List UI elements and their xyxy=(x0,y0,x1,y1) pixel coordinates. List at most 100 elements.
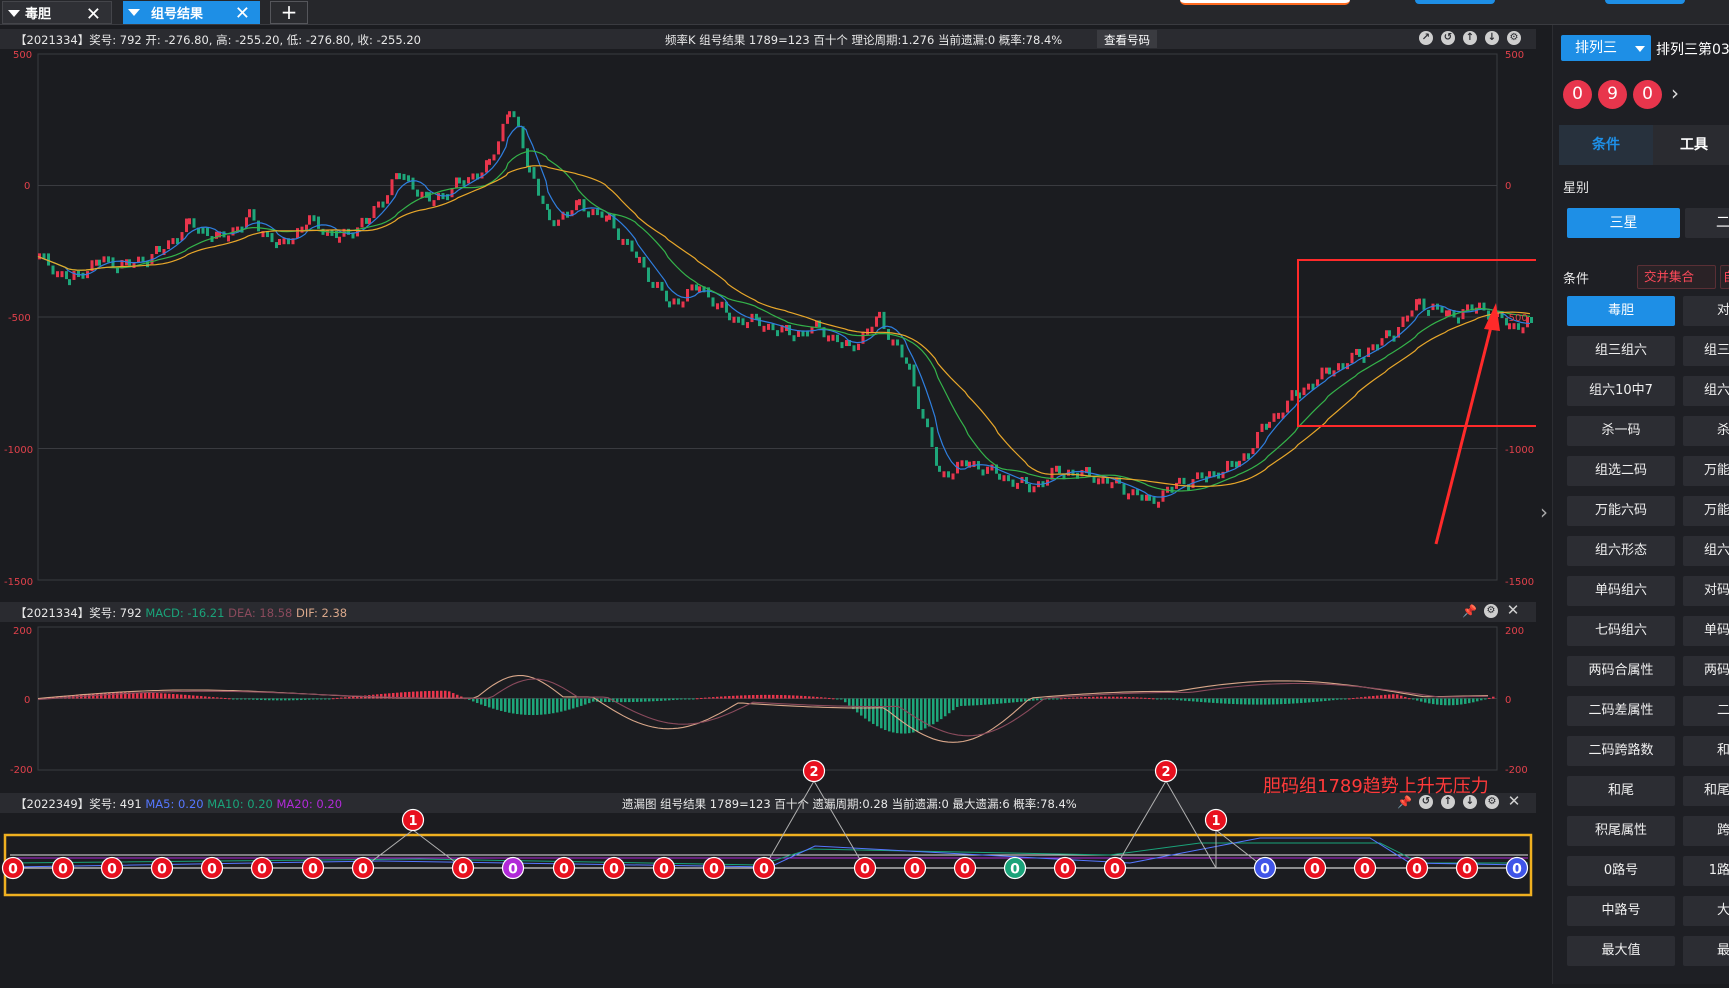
candle-down xyxy=(411,177,415,190)
draw-ball: 9 xyxy=(1598,80,1627,109)
pin-icon[interactable]: 📌 xyxy=(1462,604,1477,618)
compass-icon[interactable]: ↗ xyxy=(1419,31,1433,45)
collapse-sidebar-icon[interactable]: › xyxy=(1536,500,1552,540)
condition-button[interactable]: 积尾属性 xyxy=(1567,816,1675,846)
condition-button[interactable]: 对码 xyxy=(1683,576,1729,606)
tab-label: 毒胆 xyxy=(25,7,52,22)
tab-dudan[interactable]: 毒胆 ✕ xyxy=(2,1,112,25)
y-tick-right: 200 xyxy=(1505,626,1525,637)
macd-bar xyxy=(1424,698,1427,703)
pin-icon[interactable]: 📌 xyxy=(1397,795,1412,809)
lottery-select[interactable]: 排列三 xyxy=(1561,35,1651,61)
condition-button[interactable]: 二 xyxy=(1683,696,1729,726)
macd-bar xyxy=(572,698,575,709)
reset-icon[interactable]: ↺ xyxy=(1441,31,1455,45)
condition-button[interactable]: 跨 xyxy=(1683,816,1729,846)
condition-button[interactable]: 万能六码 xyxy=(1567,496,1675,526)
check-numbers-button[interactable]: 查看号码 xyxy=(1097,30,1157,48)
condition-button[interactable]: 单码组六 xyxy=(1567,576,1675,606)
condition-button[interactable]: 最大值 xyxy=(1567,936,1675,966)
macd-bar xyxy=(244,698,247,700)
top-button[interactable] xyxy=(1605,0,1685,4)
condition-button[interactable]: 七码组六 xyxy=(1567,616,1675,646)
star-three-button[interactable]: 三星 xyxy=(1567,208,1680,238)
gear-icon[interactable]: ⚙ xyxy=(1507,31,1521,45)
macd-bar xyxy=(732,695,735,699)
condition-button[interactable]: 万能 xyxy=(1683,456,1729,486)
condition-button[interactable]: 组六10中7 xyxy=(1567,376,1675,406)
macd-bar xyxy=(1428,698,1431,704)
close-icon[interactable]: ✕ xyxy=(235,3,250,24)
candle-down xyxy=(416,189,419,197)
macd-bar xyxy=(1048,698,1051,700)
condition-button[interactable]: 组三组六 xyxy=(1567,336,1675,366)
condition-button[interactable]: 组六 xyxy=(1683,376,1729,406)
macd-bar xyxy=(552,698,555,714)
condition-button[interactable]: 两码 xyxy=(1683,656,1729,686)
candle-down xyxy=(206,227,209,237)
custom-tag[interactable]: 自 xyxy=(1720,265,1729,289)
macd-bar xyxy=(584,698,587,705)
issue-label: 排列三第032 xyxy=(1656,42,1729,58)
gear-icon[interactable]: ⚙ xyxy=(1484,604,1498,618)
reset-icon[interactable]: ↺ xyxy=(1419,795,1433,809)
candle-up xyxy=(960,460,964,467)
chevron-right-icon[interactable]: › xyxy=(1671,81,1679,105)
macd-bar xyxy=(620,698,623,703)
miss-ball-label: 0 xyxy=(609,862,619,878)
condition-button[interactable]: 二码差属性 xyxy=(1567,696,1675,726)
macd-bar xyxy=(1276,698,1279,705)
gear-icon[interactable]: ⚙ xyxy=(1485,795,1499,809)
condition-button[interactable]: 和尾 xyxy=(1683,776,1729,806)
condition-button[interactable]: 毒胆 xyxy=(1567,296,1675,326)
tab-group-result[interactable]: 组号结果 ✕ xyxy=(123,1,260,24)
condition-button[interactable]: 1路 xyxy=(1683,856,1729,886)
miss-ball-label: 0 xyxy=(8,862,18,878)
miss-ball: 0 xyxy=(702,856,726,880)
condition-button[interactable]: 中路号 xyxy=(1567,896,1675,926)
tab-tools[interactable]: 工具 xyxy=(1659,125,1729,165)
kline-chart[interactable]: 500 0 -500 -1000 -1500 500 0 -500 -1000 … xyxy=(0,49,1581,588)
condition-button[interactable]: 二码跨路数 xyxy=(1567,736,1675,766)
arrow-up-icon[interactable]: ↑ xyxy=(1463,31,1477,45)
candle-down xyxy=(926,418,929,428)
macd-bar xyxy=(204,696,207,699)
macd-bar xyxy=(1008,698,1011,703)
macd-chart[interactable]: 200 0 -200 200 0 -200 xyxy=(0,622,1536,790)
miss-ball: 0 xyxy=(652,856,676,880)
close-icon[interactable]: ✕ xyxy=(1506,603,1520,618)
condition-button[interactable]: 对 xyxy=(1683,296,1729,326)
close-icon[interactable]: ✕ xyxy=(1507,794,1521,809)
condition-button[interactable]: 单码 xyxy=(1683,616,1729,646)
candle-up xyxy=(188,218,191,225)
arrow-down-icon[interactable]: ↓ xyxy=(1463,795,1477,809)
macd-bar xyxy=(628,698,631,703)
condition-button[interactable]: 组六 xyxy=(1683,536,1729,566)
condition-button[interactable]: 万能 xyxy=(1683,496,1729,526)
macd-bar xyxy=(952,698,955,711)
add-tab-button[interactable]: + xyxy=(270,1,308,24)
condition-button[interactable]: 最 xyxy=(1683,936,1729,966)
intersect-union-tag[interactable]: 交并集合 xyxy=(1637,265,1716,289)
miss-chart[interactable]: 0 0 0 0 0 0 0 0 0 0 0 0 0 0 0 0 0 0 0 0 0 0 0 0 0 0 0 1 2 2 1 胆码组1789趋势… xyxy=(0,759,1536,984)
condition-button[interactable]: 组选二码 xyxy=(1567,456,1675,486)
macd-bar xyxy=(292,698,295,701)
condition-button[interactable]: 组三 xyxy=(1683,336,1729,366)
condition-button[interactable]: 和 xyxy=(1683,736,1729,766)
candle-down xyxy=(695,284,698,291)
condition-button[interactable]: 和尾 xyxy=(1567,776,1675,806)
condition-button[interactable]: 大 xyxy=(1683,896,1729,926)
tab-conditions[interactable]: 条件 xyxy=(1559,125,1653,165)
condition-button[interactable]: 0路号 xyxy=(1567,856,1675,886)
close-icon[interactable]: ✕ xyxy=(86,4,101,25)
top-button[interactable] xyxy=(1415,0,1495,4)
arrow-down-icon[interactable]: ↓ xyxy=(1485,31,1499,45)
arrow-up-icon[interactable]: ↑ xyxy=(1441,795,1455,809)
condition-button[interactable]: 杀一码 xyxy=(1567,416,1675,446)
candle-up xyxy=(167,240,170,250)
star-two-button[interactable]: 二 xyxy=(1685,208,1729,238)
condition-button[interactable]: 组六形态 xyxy=(1567,536,1675,566)
macd-bar xyxy=(1484,698,1487,700)
condition-button[interactable]: 两码合属性 xyxy=(1567,656,1675,686)
condition-button[interactable]: 杀 xyxy=(1683,416,1729,446)
